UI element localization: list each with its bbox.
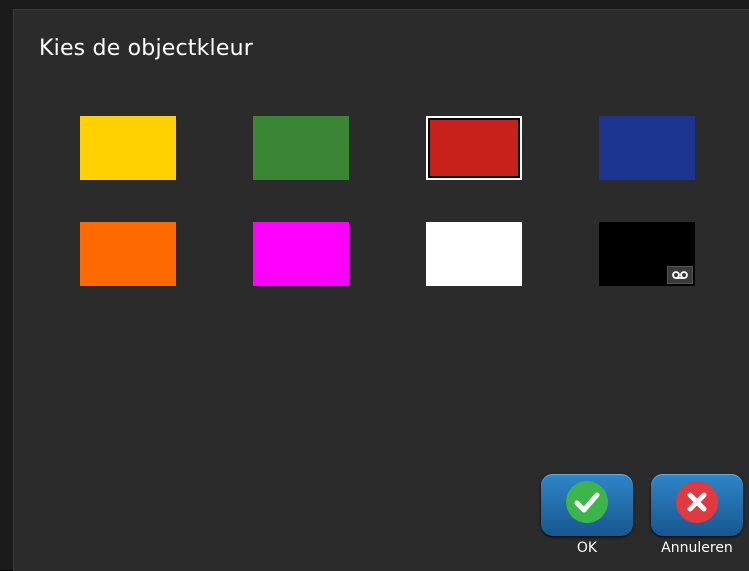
color-swatch-red[interactable]: [426, 116, 522, 180]
close-icon: [676, 481, 718, 523]
cancel-label: Annuleren: [661, 540, 733, 556]
color-swatch-black[interactable]: [599, 222, 695, 286]
cancel-button[interactable]: [651, 474, 743, 536]
color-swatch-orange[interactable]: [80, 222, 176, 286]
color-swatch-magenta[interactable]: [253, 222, 349, 286]
color-swatch-yellow[interactable]: [80, 116, 176, 180]
dialog-panel: [13, 9, 749, 571]
color-swatch-green[interactable]: [253, 116, 349, 180]
color-swatch-blue[interactable]: [599, 116, 695, 180]
ok-label: OK: [576, 540, 598, 556]
dialog-title: Kies de objectkleur: [39, 36, 253, 61]
ok-button[interactable]: [541, 474, 633, 536]
checkmark-icon: [566, 481, 608, 523]
color-swatch-white[interactable]: [426, 222, 522, 286]
tape-icon: [667, 266, 693, 284]
color-dialog: Kies de objectkleur OK Annuleren: [0, 0, 749, 571]
